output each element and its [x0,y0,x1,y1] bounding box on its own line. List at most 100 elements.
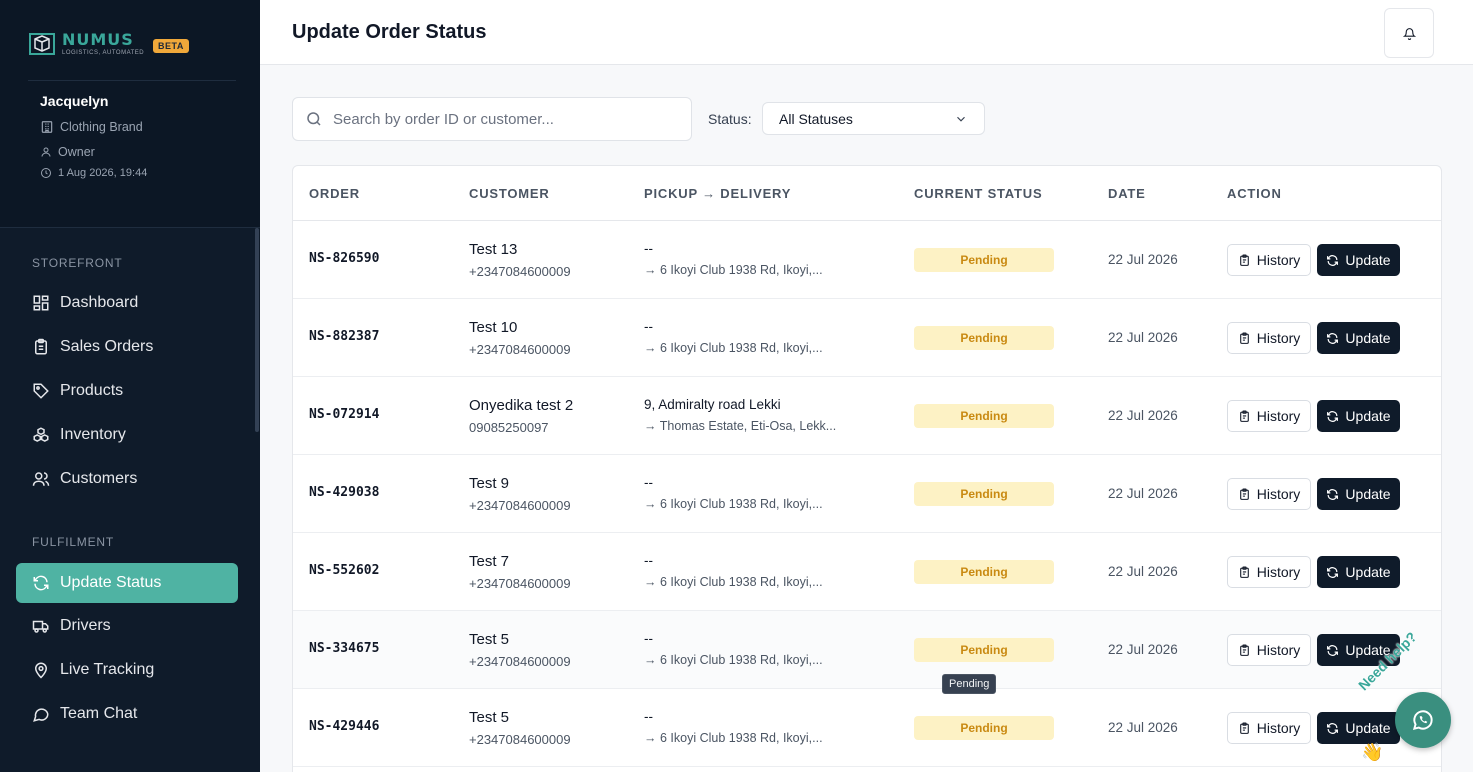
status-select[interactable]: All Statuses [762,102,985,135]
sidebar-item-label: Sales Orders [60,338,154,355]
order-id: NS-072914 [309,407,380,422]
search-box[interactable] [292,97,692,141]
order-id: NS-826590 [309,251,380,266]
refresh-icon [1327,488,1339,500]
user-datetime-text: 1 Aug 2026, 19:44 [58,167,148,179]
sidebar-item-live-tracking[interactable]: Live Tracking [16,650,238,690]
sidebar-item-drivers[interactable]: Drivers [16,606,238,646]
pickup-address: -- [644,553,653,568]
sidebar-scrollbar[interactable] [255,228,259,432]
history-button-label: History [1256,486,1301,502]
sidebar-item-inventory[interactable]: Inventory [16,415,238,455]
history-button-label: History [1256,252,1301,268]
history-icon [1239,566,1249,578]
sidebar-item-label: Dashboard [60,294,139,311]
refresh-icon [1327,254,1339,266]
order-date: 22 Jul 2026 [1108,330,1178,345]
customer-name: Onyedika test 2 [469,397,574,414]
customer-name: Test 13 [469,241,518,258]
order-date: 22 Jul 2026 [1108,642,1178,657]
column-header-date: DATE [1108,186,1146,201]
status-select-value: All Statuses [779,110,853,127]
history-button[interactable]: History [1227,322,1311,354]
sidebar-item-dashboard[interactable]: Dashboard [16,283,238,323]
pickup-address: 9, Admiralty road Lekki [644,397,781,412]
users-icon [32,472,50,486]
order-date: 22 Jul 2026 [1108,252,1178,267]
map-pin-icon [34,662,48,679]
whatsapp-help-button[interactable] [1395,692,1451,748]
history-icon [1239,254,1249,266]
status-badge: Pending [914,560,1054,584]
brand-name: NUMUS [62,30,134,49]
pickup-address: -- [644,709,653,724]
sidebar-item-customers[interactable]: Customers [16,459,238,499]
sidebar-item-label: Update Status [60,574,162,591]
history-button[interactable]: History [1227,712,1311,744]
column-header-order: ORDER [309,186,360,201]
history-button-label: History [1256,330,1301,346]
history-icon [1239,410,1249,422]
divider [28,80,236,81]
customer-phone: +2347084600009 [469,732,571,747]
update-button-label: Update [1345,486,1391,502]
orders-table: ORDER CUSTOMER PICKUP → DELIVERY CURRENT… [292,165,1442,772]
status-badge: Pending [914,248,1054,272]
sidebar-item-sales-orders[interactable]: Sales Orders [16,327,238,367]
status-filter-label: Status: [708,111,752,127]
user-name: Jacquelyn [40,93,109,109]
history-button[interactable]: History [1227,556,1311,588]
history-button[interactable]: History [1227,400,1311,432]
beta-badge: BETA [153,39,189,53]
sidebar-item-team-chat[interactable]: Team Chat [16,694,238,734]
person-icon [41,147,51,157]
pickup-address: -- [644,631,653,646]
history-icon [1239,488,1249,500]
update-button[interactable]: Update [1317,556,1400,588]
delivery-address: → 6 Ikoyi Club 1938 Rd, Ikoyi,... [644,731,823,745]
table-row: NS-072914 Onyedika test 2 09085250097 9, Ad… [293,377,1441,455]
sidebar-item-label: Inventory [60,426,126,443]
delivery-address: → 6 Ikoyi Club 1938 Rd, Ikoyi,... [644,575,823,589]
sidebar-item-label: Live Tracking [60,661,155,678]
brand[interactable]: NUMUS LOGISTICS, AUTOMATED [28,30,144,58]
clipboard-icon [35,338,47,355]
table-header: ORDER CUSTOMER PICKUP → DELIVERY CURRENT… [293,166,1441,221]
update-button-label: Update [1345,720,1391,736]
update-button[interactable]: Update [1317,478,1400,510]
sidebar-item-update-status[interactable]: Update Status [16,563,238,603]
history-button-label: History [1256,720,1301,736]
customer-phone: +2347084600009 [469,576,571,591]
history-button[interactable]: History [1227,634,1311,666]
customer-phone: +2347084600009 [469,342,571,357]
page-header: Update Order Status [260,0,1473,65]
column-header-status: CURRENT STATUS [914,186,1043,201]
history-button[interactable]: History [1227,478,1311,510]
table-row: NS-334675 Test 5 +2347084600009 -- → 6 Ikoyi… [293,611,1441,689]
user-company: Clothing Brand [40,120,143,134]
whatsapp-icon [1412,710,1433,730]
update-button[interactable]: Update [1317,244,1400,276]
chevron-down-icon [957,116,965,122]
sidebar-item-label: Customers [60,470,138,487]
history-button[interactable]: History [1227,244,1311,276]
chat-bubble-icon [33,708,49,722]
sidebar-item-products[interactable]: Products [16,371,238,411]
table-row: NS-429038 Test 9 +2347084600009 -- → 6 Ikoyi… [293,455,1441,533]
customer-name: Test 5 [469,709,510,726]
customer-name: Test 9 [469,475,510,492]
history-icon [1239,332,1249,344]
history-button-label: History [1256,408,1301,424]
notifications-button[interactable] [1384,8,1434,58]
status-tooltip: Pending [942,674,997,694]
update-button[interactable]: Update [1317,400,1400,432]
delivery-address: → 6 Ikoyi Club 1938 Rd, Ikoyi,... [644,653,823,667]
update-button[interactable]: Update [1317,322,1400,354]
refresh-icon [1327,722,1339,734]
boxes-icon [33,427,49,442]
update-button[interactable]: Update [1317,712,1400,744]
order-id: NS-429038 [309,485,380,500]
history-icon [1239,722,1249,734]
search-input[interactable] [333,110,673,128]
customer-name: Test 5 [469,631,510,648]
